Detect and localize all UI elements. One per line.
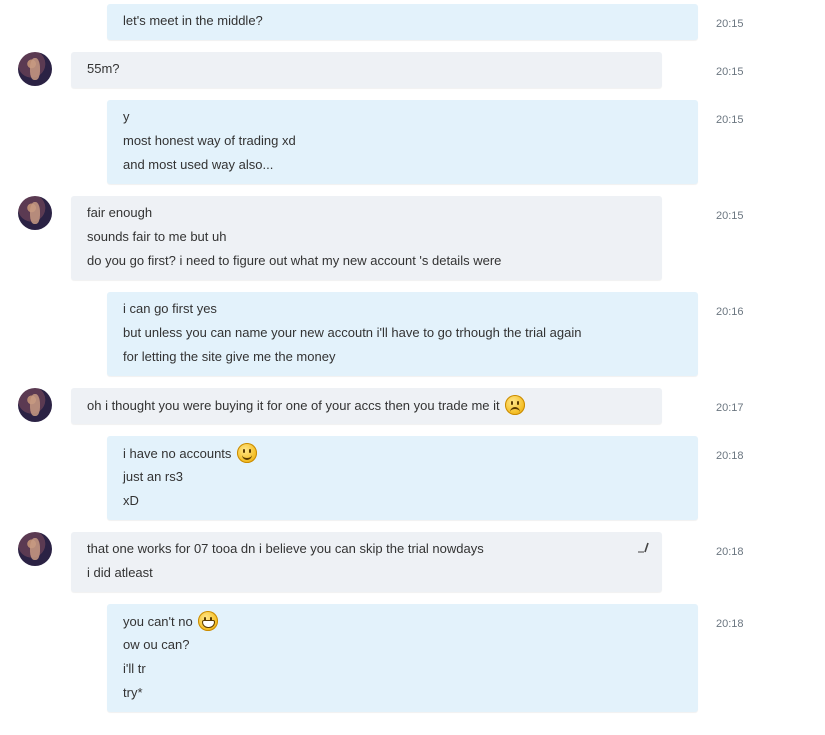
contact-avatar[interactable] bbox=[18, 196, 52, 230]
message-text: and most used way also... bbox=[123, 157, 274, 172]
message-text: try* bbox=[123, 685, 143, 700]
outgoing-message-bubble[interactable]: y most honest way of trading xd and most… bbox=[107, 100, 698, 184]
message-line: you can't no bbox=[123, 611, 682, 635]
message-text: ow ou can? bbox=[123, 637, 190, 652]
message-text: just an rs3 bbox=[123, 469, 183, 484]
message-text: let's meet in the middle? bbox=[123, 13, 263, 28]
message-text: i did atleast bbox=[87, 565, 153, 580]
sad-face-emoji-icon bbox=[505, 395, 526, 415]
message-line: i have no accounts bbox=[123, 443, 682, 467]
message-timestamp: 20:15 bbox=[716, 210, 744, 222]
message-text: sounds fair to me but uh bbox=[87, 229, 227, 244]
message-text: i'll tr bbox=[123, 661, 146, 676]
message-text: for letting the site give me the money bbox=[123, 349, 336, 364]
incoming-message-bubble[interactable]: that one works for 07 tooa dn i believe … bbox=[71, 532, 662, 592]
message-text: fair enough bbox=[87, 205, 153, 220]
message-text: you can't no bbox=[123, 614, 193, 629]
message-timestamp: 20:16 bbox=[716, 306, 744, 318]
incoming-message-bubble[interactable]: 55m? bbox=[71, 52, 662, 88]
message-timestamp: 20:18 bbox=[716, 546, 744, 558]
message-text: that one works for 07 tooa dn i believe … bbox=[87, 541, 484, 556]
grin-emoji-icon bbox=[198, 611, 219, 631]
message-timestamp: 20:15 bbox=[716, 114, 744, 126]
message-text: xD bbox=[123, 493, 139, 508]
message-text: oh i thought you were buying it for one … bbox=[87, 398, 500, 413]
message-text: do you go first? i need to figure out wh… bbox=[87, 253, 502, 268]
incoming-message-bubble[interactable]: fair enough sounds fair to me but uh do … bbox=[71, 196, 662, 280]
smile-emoji-icon bbox=[237, 443, 258, 463]
message-timestamp: 20:17 bbox=[716, 402, 744, 414]
contact-avatar[interactable] bbox=[18, 52, 52, 86]
contact-avatar[interactable] bbox=[18, 388, 52, 422]
message-text: 55m? bbox=[87, 61, 120, 76]
message-text: i have no accounts bbox=[123, 446, 232, 461]
message-timestamp: 20:15 bbox=[716, 18, 744, 30]
outgoing-message-bubble[interactable]: you can't no ow ou can? i'll tr try* bbox=[107, 604, 698, 712]
message-text: i can go first yes bbox=[123, 301, 217, 316]
incoming-message-bubble[interactable]: oh i thought you were buying it for one … bbox=[71, 388, 662, 424]
outgoing-message-bubble[interactable]: let's meet in the middle? bbox=[107, 4, 698, 40]
message-timestamp: 20:18 bbox=[716, 450, 744, 462]
message-line: oh i thought you were buying it for one … bbox=[87, 395, 646, 419]
message-text: but unless you can name your new accoutn… bbox=[123, 325, 582, 340]
contact-avatar[interactable] bbox=[18, 532, 52, 566]
message-timestamp: 20:15 bbox=[716, 66, 744, 78]
message-text: most honest way of trading xd bbox=[123, 133, 296, 148]
outgoing-message-bubble[interactable]: i have no accounts just an rs3 xD bbox=[107, 436, 698, 520]
message-timestamp: 20:18 bbox=[716, 618, 744, 630]
message-text: y bbox=[123, 109, 130, 124]
outgoing-message-bubble[interactable]: i can go first yes but unless you can na… bbox=[107, 292, 698, 376]
edit-pencil-icon[interactable] bbox=[638, 541, 650, 556]
